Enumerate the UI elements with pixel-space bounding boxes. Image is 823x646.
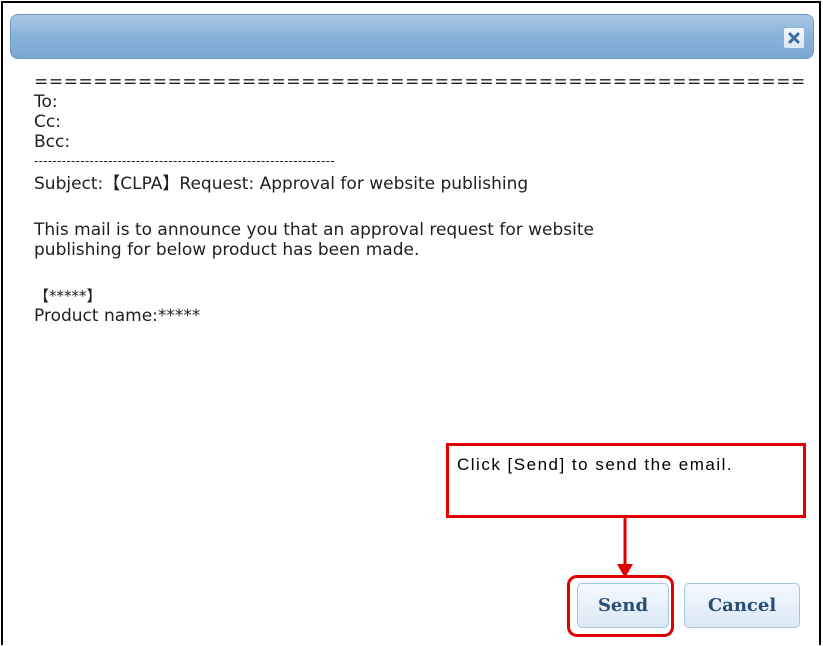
bcc-label: Bcc: bbox=[34, 132, 71, 152]
subject-line: Subject:【CLPA】Request: Approval for webs… bbox=[34, 174, 529, 194]
body-line-1: This mail is to announce you that an app… bbox=[34, 220, 594, 240]
close-icon bbox=[788, 32, 800, 44]
cancel-button[interactable]: Cancel bbox=[684, 583, 800, 628]
instruction-callout: Click [Send] to send the email. bbox=[446, 443, 806, 518]
body-line-2: publishing for below product has been ma… bbox=[34, 240, 420, 260]
product-name: Product name:***** bbox=[34, 306, 201, 326]
product-bracket: 【*****】 bbox=[34, 287, 102, 305]
to-label: To: bbox=[34, 92, 58, 112]
callout-text: Click [Send] to send the email. bbox=[457, 455, 734, 474]
dialog-titlebar[interactable] bbox=[10, 14, 814, 59]
close-button[interactable] bbox=[783, 27, 805, 49]
separator-line: ========================================… bbox=[34, 72, 804, 90]
email-preview: ========================================… bbox=[34, 72, 804, 326]
cc-label: Cc: bbox=[34, 112, 61, 132]
send-button[interactable]: Send bbox=[577, 583, 669, 628]
callout-arrow bbox=[617, 518, 633, 578]
separator-dashes: ----------------------------------------… bbox=[34, 154, 335, 168]
